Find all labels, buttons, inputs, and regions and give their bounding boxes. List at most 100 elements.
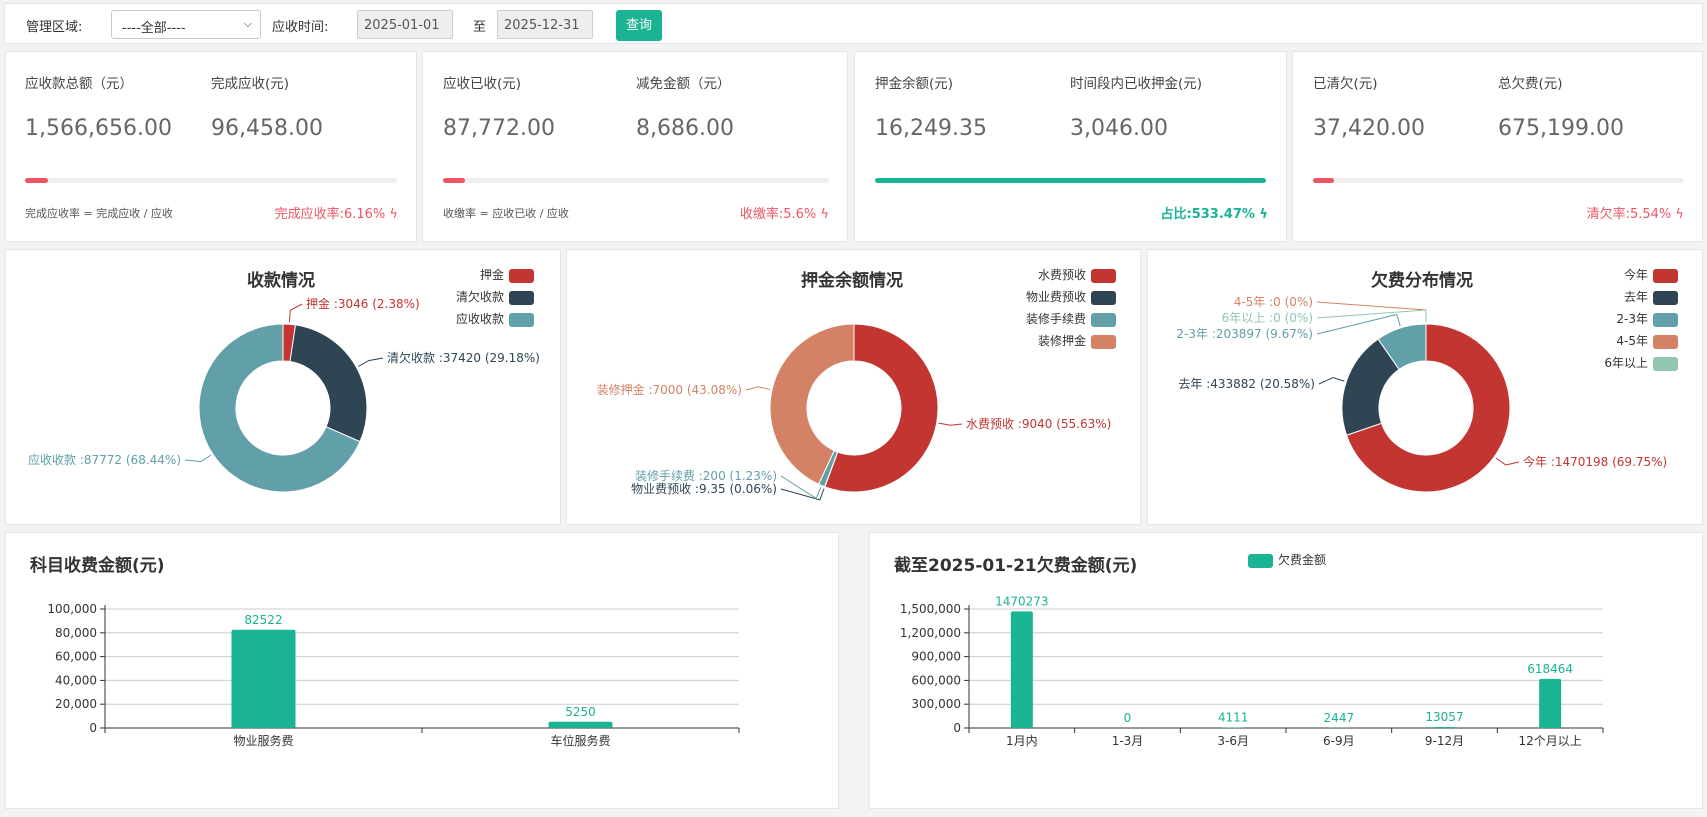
pie-panel-receipts: 收款情况 押金 清欠收款 应收收款 押金 :3046 (2.38%) 清欠收款 :37… [5, 249, 561, 525]
bar-value-label: 2447 [1324, 711, 1355, 725]
date-from-input[interactable]: 2025-01-01 [357, 10, 453, 39]
progress-bar [1313, 178, 1684, 183]
rate-text: 收缴率:5.6% ϟ [740, 203, 829, 222]
rate-value: 占比:533.47% [1160, 207, 1255, 222]
pie-chart: 水费预收 :9040 (55.63%)物业费预收 :9.35 (0.06%)装修… [597, 323, 1111, 501]
stat-value: 3,046.00 [1070, 116, 1168, 141]
stat-card-deposit: 押金余额(元) 时间段内已收押金(元) 16,249.35 3,046.00 占… [854, 51, 1287, 242]
y-tick-label: 20,000 [55, 697, 97, 711]
rate-text: 清欠率:5.54% ϟ [1587, 203, 1684, 222]
y-tick-label: 80,000 [55, 626, 97, 640]
bar-value-label: 1470273 [995, 594, 1048, 608]
pie-label-line [358, 357, 384, 367]
filter-bar: 管理区域: ----全部---- ⌵ 应收时间: 2025-01-01 至 20… [4, 3, 1703, 44]
chevron-down-icon: ⌵ [243, 17, 252, 30]
area-label: 管理区域: [26, 20, 83, 35]
stat-label: 时间段内已收押金(元) [1070, 76, 1203, 92]
y-tick-label: 900,000 [911, 650, 961, 664]
pie-label-line [1318, 376, 1345, 385]
x-tick-label: 9-12月 [1425, 734, 1464, 748]
pie-label: 清欠收款 :37420 (29.18%) [387, 350, 540, 365]
pie-label: 2-3年 :203897 (9.67%) [1176, 327, 1313, 341]
stat-value: 87,772.00 [443, 116, 555, 141]
formula-text: 完成应收率 = 完成应收 / 应收 [25, 207, 173, 220]
stat-value: 675,199.00 [1498, 116, 1624, 141]
progress-fill [875, 178, 1266, 183]
pie-chart: 今年 :1470198 (69.75%) 去年 :433882 (20.58%) 2… [1176, 295, 1667, 493]
date-to-input[interactable]: 2025-12-31 [497, 10, 593, 39]
bar-chart: 0 300,000 600,000 900,000 1,200,000 1,500,000… [900, 594, 1604, 748]
y-tick-label: 60,000 [55, 650, 97, 664]
rate-text: 完成应收率:6.16% ϟ [275, 203, 398, 222]
bar-chart: 0 20,000 40,000 60,000 80,000 100,000 82522 物业服… [47, 602, 740, 748]
pie-label-line [1316, 301, 1427, 322]
bolt-icon: ϟ [820, 207, 829, 222]
pie-label: 物业费预收 :9.35 (0.06%) [631, 482, 777, 496]
pie-label-line [288, 303, 303, 323]
y-tick-label: 1,200,000 [900, 626, 961, 640]
progress-fill [443, 178, 465, 183]
formula-text: 收缴率 = 应收已收 / 应收 [443, 207, 569, 220]
y-tick-label: 0 [89, 721, 97, 735]
stat-value: 1,566,656.00 [25, 116, 172, 141]
bar-panel-subject-fees: 科目收费金额(元) 0 20,000 40,000 60,000 80,000 100,0… [5, 532, 839, 809]
bar-value-label: 82522 [244, 613, 282, 627]
x-tick-label: 物业服务费 [233, 733, 293, 748]
pie-label-line [938, 422, 963, 426]
stat-label: 完成应收(元) [211, 76, 290, 92]
stat-label: 减免金额（元） [636, 76, 731, 92]
bar[interactable] [1010, 611, 1033, 728]
bar-value-label: 4111 [1218, 711, 1249, 725]
x-tick-label: 12个月以上 [1519, 734, 1582, 748]
to-label: 至 [473, 20, 487, 35]
progress-bar [875, 178, 1266, 183]
x-tick-label: 3-6月 [1217, 734, 1249, 748]
pie-chart: 押金 :3046 (2.38%) 清欠收款 :37420 (29.18%) 应收收款… [28, 296, 540, 493]
stat-label: 押金余额(元) [875, 76, 954, 92]
y-tick-label: 300,000 [911, 697, 961, 711]
y-tick-label: 600,000 [911, 673, 961, 687]
area-select[interactable]: ----全部---- ⌵ [111, 10, 261, 39]
stat-card-collected: 应收已收(元) 减免金额（元） 87,772.00 8,686.00 收缴率 =… [422, 51, 848, 242]
stat-value: 16,249.35 [875, 116, 987, 141]
bar-value-label: 13057 [1425, 710, 1463, 724]
pie-label-line [1495, 457, 1520, 466]
pie-label: 押金 :3046 (2.38%) [306, 296, 420, 311]
bolt-icon: ϟ [1259, 207, 1268, 222]
bolt-icon: ϟ [1675, 207, 1684, 222]
progress-fill [25, 178, 48, 183]
rate-value: 收缴率:5.6% [739, 207, 817, 222]
pie-label: 4-5年 :0 (0%) [1234, 295, 1313, 309]
bar[interactable] [1539, 678, 1562, 728]
y-tick-label: 100,000 [47, 602, 97, 616]
bar[interactable] [231, 629, 296, 728]
x-tick-label: 1-3月 [1112, 734, 1144, 748]
y-tick-label: 1,500,000 [900, 602, 961, 616]
bar-value-label: 0 [1124, 711, 1132, 725]
bar[interactable] [548, 721, 613, 728]
x-tick-label: 6-9月 [1323, 734, 1355, 748]
time-label: 应收时间: [272, 20, 329, 35]
progress-fill [1313, 178, 1334, 183]
progress-bar [25, 178, 397, 183]
pie-label: 去年 :433882 (20.58%) [1178, 377, 1315, 391]
progress-bar [443, 178, 829, 183]
stat-label: 总欠费(元) [1498, 76, 1563, 92]
pie-slice[interactable] [289, 324, 368, 443]
query-button[interactable]: 查询 [616, 10, 662, 41]
bar-value-label: 618464 [1527, 662, 1573, 676]
bar-panel-arrears-age: 截至2025-01-21欠费金额(元) 欠费金额 0 300,000 600,000… [869, 532, 1703, 809]
pie-panel-arrears: 欠费分布情况 今年 去年 2-3年 4-5年 6年以上 今年 :1470198 (69.… [1147, 249, 1703, 525]
pie-label: 应收收款 :87772 (68.44%) [28, 452, 181, 467]
y-tick-label: 40,000 [55, 673, 97, 687]
bar[interactable] [1433, 726, 1456, 728]
stat-label: 应收已收(元) [443, 76, 522, 92]
bar-value-label: 5250 [565, 705, 596, 719]
x-tick-label: 1月内 [1006, 734, 1038, 748]
pie-label: 今年 :1470198 (69.75%) [1523, 454, 1667, 469]
x-tick-label: 车位服务费 [550, 733, 610, 748]
bolt-icon: ϟ [389, 207, 398, 222]
pie-panel-deposit: 押金余额情况 水费预收 物业费预收 装修手续费 装修押金 水费预收 :9040 (55… [566, 249, 1141, 525]
stat-card-arrears: 已清欠(元) 总欠费(元) 37,420.00 675,199.00 清欠率:5… [1292, 51, 1703, 242]
pie-label: 水费预收 :9040 (55.63%) [966, 417, 1111, 431]
